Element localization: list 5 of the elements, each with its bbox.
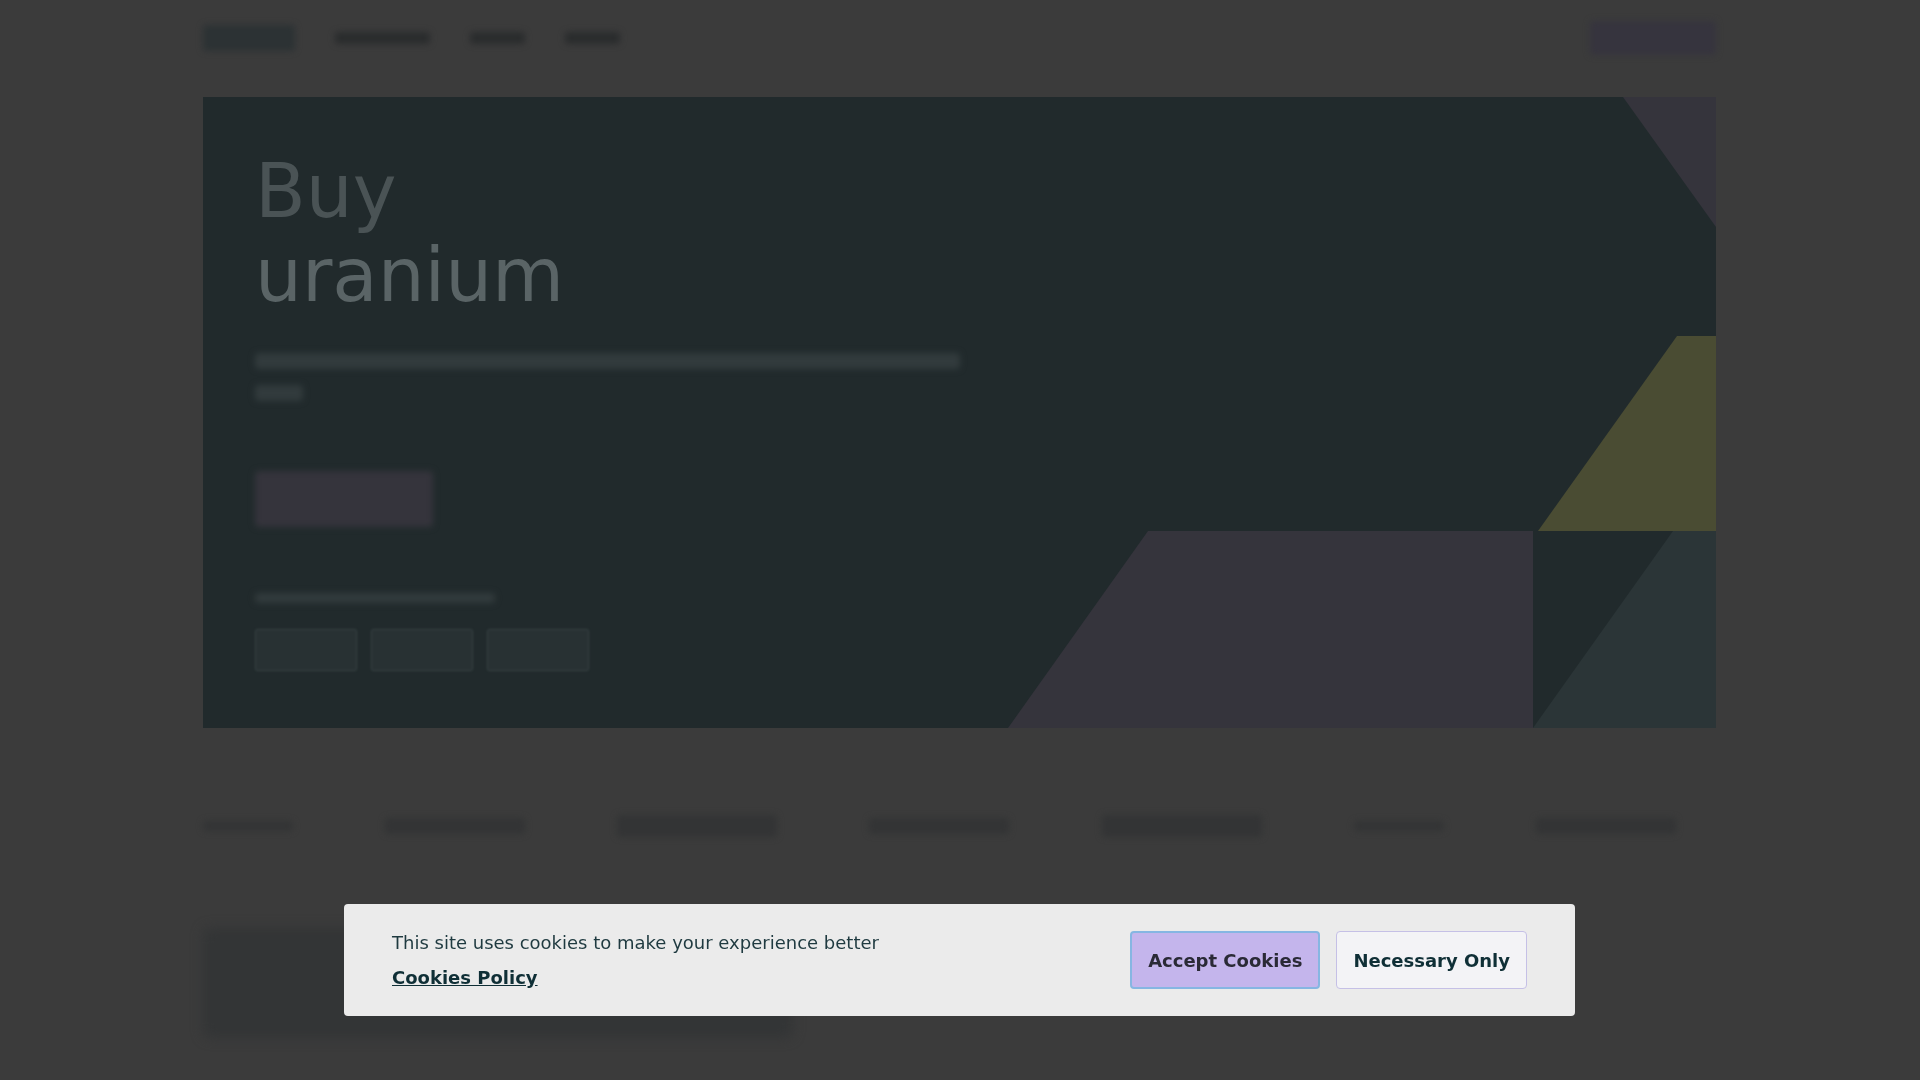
accept-cookies-button[interactable]: Accept Cookies bbox=[1130, 931, 1321, 989]
hero-title: uranium bbox=[255, 233, 565, 317]
necessary-only-button[interactable]: Necessary Only bbox=[1336, 931, 1527, 989]
cookie-message: This site uses cookies to make your experience better bbox=[392, 932, 879, 953]
cookies-policy-link[interactable]: Cookies Policy bbox=[392, 967, 538, 988]
